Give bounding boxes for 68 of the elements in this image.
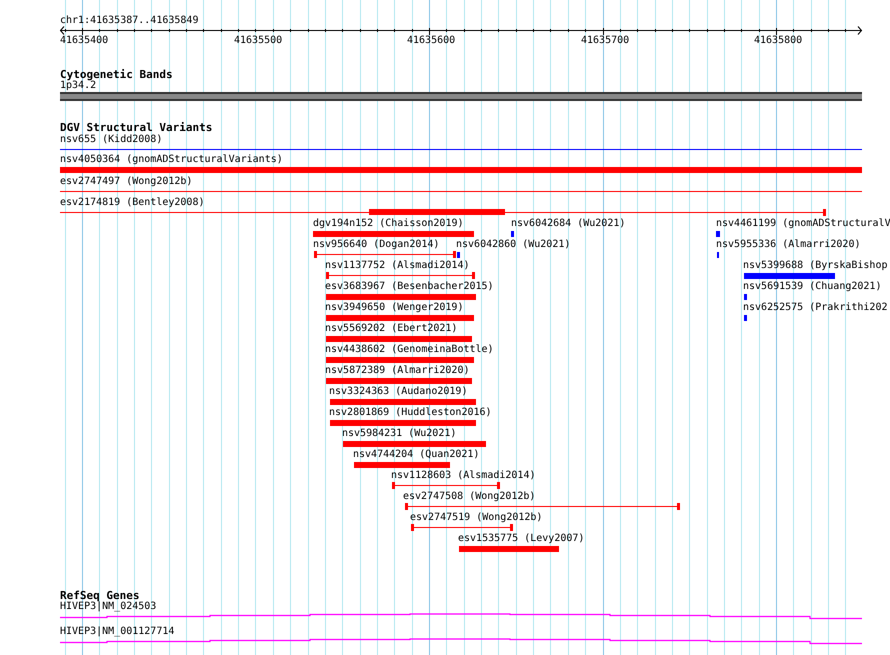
variant-bar[interactable]: [716, 231, 720, 237]
variant-label: nsv4744204 (Quan2021): [353, 449, 480, 461]
gene-label: HIVEP3|NM_001127714: [60, 626, 174, 638]
variant-label: nsv3949650 (Wenger2019): [325, 302, 464, 314]
coordinate-label: 41635500: [234, 35, 282, 47]
track-title: Cytogenetic Bands: [60, 68, 173, 81]
location-label: chr1:41635387..41635849: [60, 15, 198, 27]
variant-bar[interactable]: [343, 441, 486, 447]
coordinate-label: 41635800: [754, 35, 802, 47]
variant-bar[interactable]: [457, 252, 460, 258]
variant-bar[interactable]: [326, 357, 474, 363]
variant-bar[interactable]: [354, 462, 450, 468]
variant-label: nsv3324363 (Audano2019): [329, 386, 468, 398]
variant-label: nsv6042860 (Wu2021): [456, 239, 570, 251]
track-title: DGV Structural Variants: [60, 121, 212, 134]
variant-bar[interactable]: [313, 231, 474, 237]
variant-label: nsv5984231 (Wu2021): [342, 428, 456, 440]
variant-label: nsv5569202 (Ebert2021): [325, 323, 458, 335]
variant-label: nsv956640 (Dogan2014): [313, 239, 440, 251]
variant-label: nsv1128603 (Alsmadi2014): [391, 470, 536, 482]
variant-label: esv1535775 (Levy2007): [458, 533, 584, 545]
chromosome-band[interactable]: [60, 92, 862, 101]
variant-interval[interactable]: [314, 251, 456, 258]
variant-label: nsv5691539 (Chuang2021): [743, 281, 882, 293]
variant-interval[interactable]: [60, 209, 826, 216]
variant-label: nsv4050364 (gnomADStructuralVariants): [60, 154, 283, 166]
variant-bar[interactable]: [326, 336, 472, 342]
variant-interval[interactable]: [392, 482, 500, 489]
variant-line[interactable]: [60, 149, 862, 150]
variant-label: esv2747519 (Wong2012b): [410, 512, 542, 524]
variant-interval[interactable]: [411, 524, 513, 531]
variant-label: nsv4461199 (gnomADStructuralV: [716, 218, 890, 230]
variant-label: nsv655 (Kidd2008): [60, 134, 162, 146]
variant-label: esv3683967 (Besenbacher2015): [325, 281, 494, 293]
variant-label: nsv2801869 (Huddleston2016): [329, 407, 492, 419]
variant-bar[interactable]: [744, 273, 835, 279]
variant-bar[interactable]: [326, 294, 476, 300]
transcript-drawing[interactable]: [60, 637, 862, 645]
variant-bar[interactable]: [326, 378, 472, 384]
variant-label: nsv6252575 (Prakrithi202: [743, 302, 888, 314]
coordinate-label: 41635600: [407, 35, 456, 47]
variant-label: nsv5872389 (Almarri2020): [325, 365, 470, 377]
variant-bar[interactable]: [60, 167, 862, 173]
variant-label: esv2174819 (Bentley2008): [60, 197, 204, 209]
coordinate-label: 41635400: [60, 35, 108, 47]
variant-interval[interactable]: [326, 272, 475, 279]
variant-bar[interactable]: [511, 231, 514, 237]
variant-bar[interactable]: [744, 315, 747, 321]
transcript-drawing[interactable]: [60, 612, 862, 620]
variant-bar[interactable]: [744, 294, 747, 300]
variant-bar[interactable]: [326, 315, 474, 321]
variant-label: esv2747497 (Wong2012b): [60, 176, 192, 188]
variant-bar[interactable]: [330, 420, 476, 426]
variant-label: nsv1137752 (Alsmadi2014): [325, 260, 470, 272]
variant-line[interactable]: [60, 191, 862, 192]
variant-interval[interactable]: [405, 503, 680, 510]
variant-label: nsv4438602 (GenomeinaBottle): [325, 344, 494, 356]
variant-label: esv2747508 (Wong2012b): [403, 491, 536, 503]
gene-label: HIVEP3|NM_024503: [60, 601, 156, 613]
coordinate-label: 41635700: [581, 35, 630, 47]
variant-label: nsv5955336 (Almarri2020): [716, 239, 860, 251]
variant-bar[interactable]: [459, 546, 559, 552]
variant-label: nsv6042684 (Wu2021): [511, 218, 626, 230]
variant-label: dgv194n152 (Chaisson2019): [313, 218, 464, 230]
variant-label: nsv5399688 (ByrskaBishop: [743, 260, 888, 272]
track-title: RefSeq Genes: [60, 589, 140, 602]
variant-bar[interactable]: [330, 399, 476, 405]
band-label: 1p34.2: [60, 80, 96, 92]
